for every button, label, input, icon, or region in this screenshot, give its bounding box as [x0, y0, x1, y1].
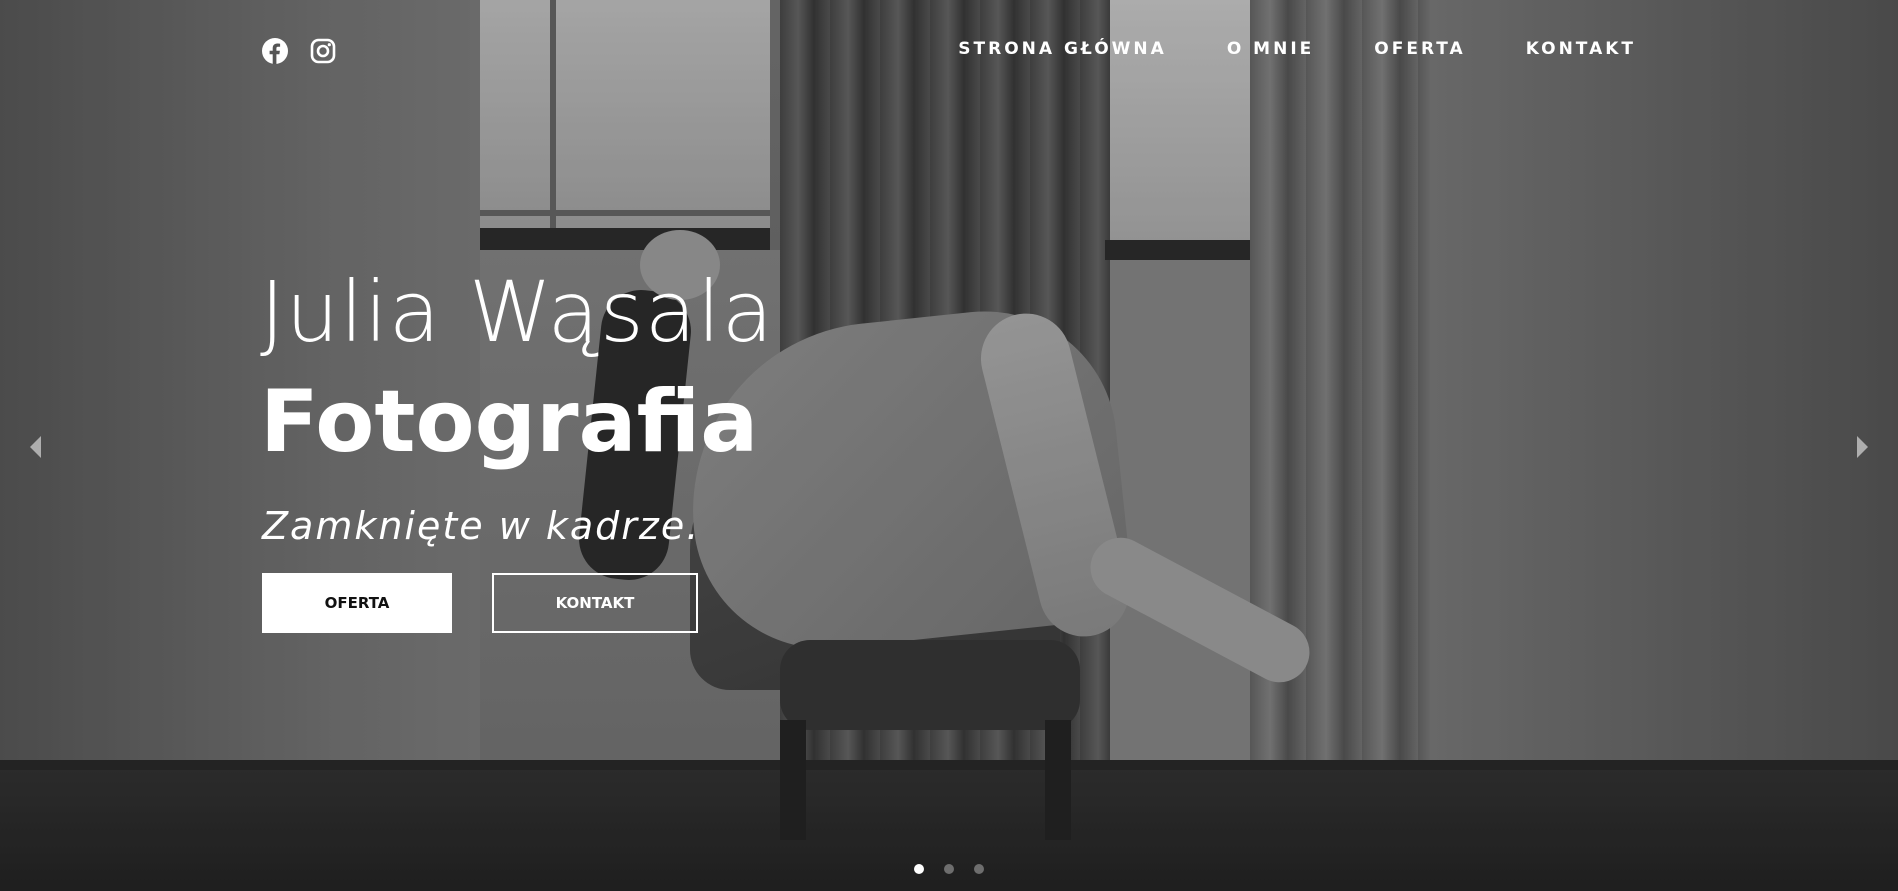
- instagram-icon[interactable]: [310, 38, 336, 64]
- hero-subtitle: Fotografia: [260, 372, 759, 472]
- slider-dot-2[interactable]: [944, 864, 954, 874]
- nav-item-oferta[interactable]: OFERTA: [1374, 38, 1465, 60]
- hero-title: Julia Wąsala: [260, 263, 775, 361]
- nav-item-o-mnie[interactable]: O MNIE: [1227, 38, 1314, 60]
- hero-tagline: Zamknięte w kadrze.: [262, 504, 701, 548]
- slider-dots: [914, 864, 984, 874]
- main-nav: STRONA GŁÓWNA O MNIE OFERTA KONTAKT: [958, 38, 1636, 60]
- slider-dot-3[interactable]: [974, 864, 984, 874]
- hero-slider: STRONA GŁÓWNA O MNIE OFERTA KONTAKT Juli…: [0, 0, 1898, 891]
- nav-item-strona-glowna[interactable]: STRONA GŁÓWNA: [958, 38, 1167, 60]
- nav-item-kontakt[interactable]: KONTAKT: [1526, 38, 1636, 60]
- oferta-button[interactable]: OFERTA: [262, 573, 452, 633]
- facebook-icon[interactable]: [262, 38, 288, 64]
- kontakt-button[interactable]: KONTAKT: [492, 573, 698, 633]
- caret-left-icon[interactable]: [30, 436, 41, 458]
- slider-dot-1[interactable]: [914, 864, 924, 874]
- social-links: [262, 38, 336, 64]
- caret-right-icon[interactable]: [1857, 436, 1868, 458]
